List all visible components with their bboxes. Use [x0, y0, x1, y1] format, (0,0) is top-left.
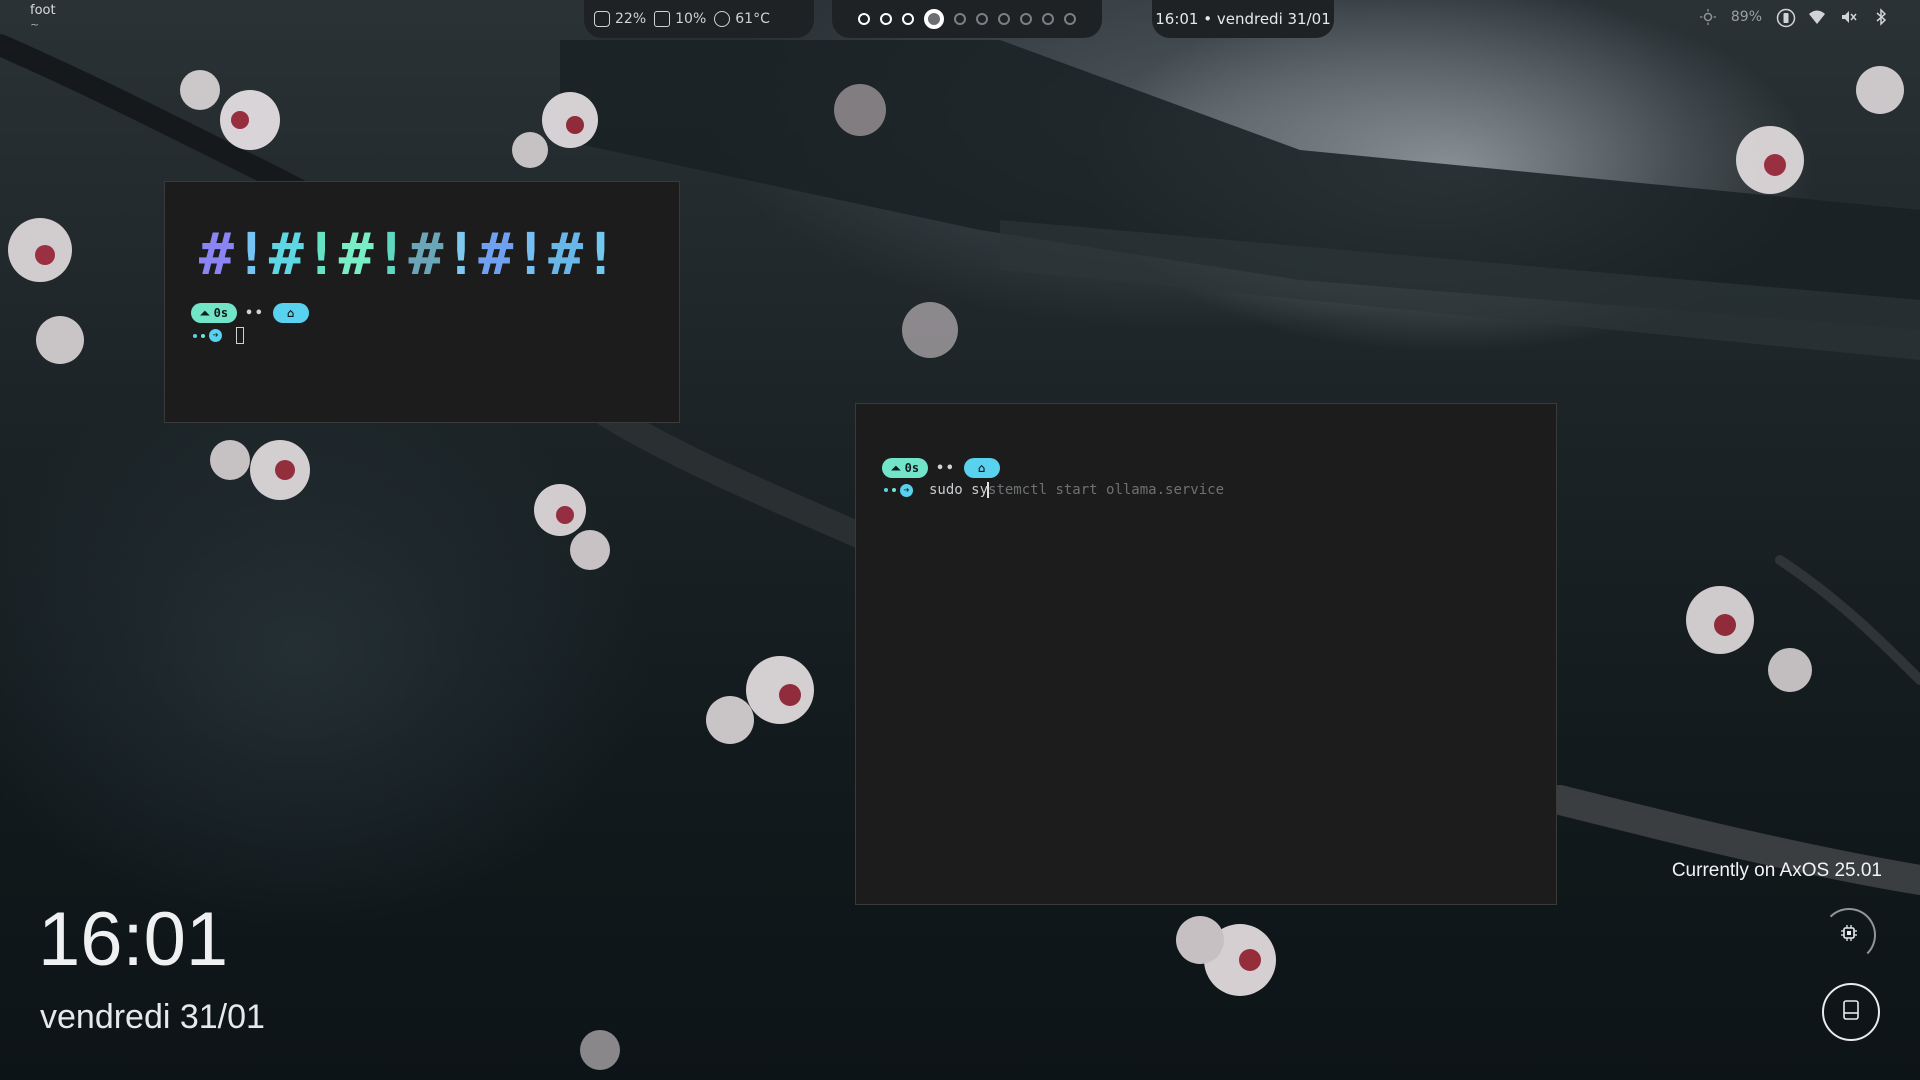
os-version-label: Currently on AxOS 25.01: [1671, 860, 1882, 881]
prompt-dot: [884, 488, 888, 492]
ascii-banner: #!#!#!#!#!#!: [199, 224, 618, 284]
temperature-stat: 61°C: [714, 11, 770, 27]
prompt-dot: [892, 488, 896, 492]
bar-clock[interactable]: 16:01 • vendredi 31/01: [1152, 0, 1334, 38]
banner-glyph: #: [268, 220, 304, 288]
prompt-input-line[interactable]: ➔ sudo systemctl start ollama.service: [884, 482, 1224, 498]
duration-chip: ⏶ 0s: [882, 458, 929, 478]
temperature-icon: [714, 11, 731, 27]
cpu-value: 22%: [615, 11, 647, 27]
banner-glyph: #: [338, 220, 374, 288]
workspace-2[interactable]: [880, 13, 892, 25]
banner-glyph: !: [303, 220, 339, 288]
temperature-value: 61°C: [735, 11, 770, 27]
chip-icon: [1839, 923, 1859, 947]
home-chip: ⌂: [272, 303, 309, 323]
prompt-dot: [193, 333, 197, 338]
prompt-arrow-icon: ➔: [900, 483, 913, 497]
terminal-window-small[interactable]: #!#!#!#!#!#! ⏶ 0s •• ⌂ ➔: [164, 181, 680, 423]
wifi-icon[interactable]: [1808, 8, 1826, 26]
battery-value: 89%: [1730, 9, 1762, 25]
duration-text: 0s: [213, 306, 229, 320]
prompt-arrow-icon: ➔: [209, 329, 222, 342]
banner-glyph: !: [583, 220, 619, 288]
prompt-separator: ••: [245, 305, 265, 321]
workspace-3[interactable]: [902, 13, 914, 25]
workspace-10[interactable]: [1064, 13, 1076, 25]
memory-icon: [654, 11, 671, 27]
battery-icon[interactable]: [1776, 8, 1796, 28]
memory-value: 10%: [675, 11, 707, 27]
prompt-separator: ••: [936, 460, 956, 476]
brightness-icon[interactable]: [1699, 8, 1717, 26]
window-path-label: ~: [30, 18, 40, 31]
active-window-title[interactable]: foot ~: [30, 4, 56, 32]
command-line[interactable]: sudo systemctl start ollama.service: [929, 482, 1224, 498]
banner-glyph: !: [373, 220, 409, 288]
desktop-date: vendredi 31/01: [40, 998, 265, 1036]
workspace-9[interactable]: [1042, 13, 1054, 25]
banner-glyph: #: [408, 220, 444, 288]
home-icon: ⌂: [287, 306, 295, 320]
banner-glyph: !: [233, 220, 269, 288]
memory-stat: 10%: [654, 11, 706, 27]
command-typed: sudo sy: [929, 482, 989, 498]
system-tray: 89%: [1699, 8, 1890, 28]
workspace-7[interactable]: [998, 13, 1010, 25]
duration-chip: ⏶ 0s: [191, 303, 238, 323]
workspace-indicator: [832, 0, 1102, 38]
prompt-status-line: ⏶ 0s •• ⌂: [191, 303, 309, 323]
volume-muted-icon[interactable]: [1840, 8, 1858, 26]
banner-glyph: !: [443, 220, 479, 288]
terminal-window-large[interactable]: ⏶ 0s •• ⌂ ➔ sudo systemctl start ollama.…: [855, 403, 1557, 905]
banner-glyph: #: [478, 220, 514, 288]
up-arrow-icon: ⏶: [891, 460, 901, 475]
system-stats[interactable]: 22% 10% 61°C: [584, 0, 814, 38]
workspace-8[interactable]: [1020, 13, 1032, 25]
cpu-icon: [594, 11, 610, 27]
banner-glyph: !: [513, 220, 549, 288]
cpu-gauge[interactable]: [1822, 908, 1876, 962]
top-bar: foot ~ 22% 10% 61°C 16:01 • vendredi 31/…: [0, 0, 1920, 40]
banner-glyph: #: [548, 220, 584, 288]
bar-clock-text: 16:01 • vendredi 31/01: [1155, 10, 1331, 28]
home-chip: ⌂: [963, 458, 1000, 478]
desktop-clock: 16:01: [38, 897, 229, 982]
bluetooth-icon[interactable]: [1872, 8, 1890, 26]
prompt-input-line[interactable]: ➔: [193, 327, 244, 344]
command-suggestion: stemctl start ollama.service: [988, 482, 1225, 498]
banner-glyph: #: [199, 220, 234, 288]
storage-gauge[interactable]: [1822, 983, 1880, 1041]
workspace-1[interactable]: [858, 13, 870, 25]
drive-icon: [1841, 999, 1861, 1025]
prompt-status-line: ⏶ 0s •• ⌂: [882, 458, 1000, 478]
prompt-dot: [201, 333, 205, 338]
cpu-stat: 22%: [594, 11, 646, 27]
duration-text: 0s: [904, 461, 920, 475]
workspace-5[interactable]: [954, 13, 966, 25]
workspace-6[interactable]: [976, 13, 988, 25]
workspace-4[interactable]: [924, 9, 944, 29]
up-arrow-icon: ⏶: [200, 305, 210, 320]
window-class-label: foot: [30, 3, 56, 18]
home-icon: ⌂: [978, 461, 986, 475]
text-cursor: [236, 327, 244, 344]
